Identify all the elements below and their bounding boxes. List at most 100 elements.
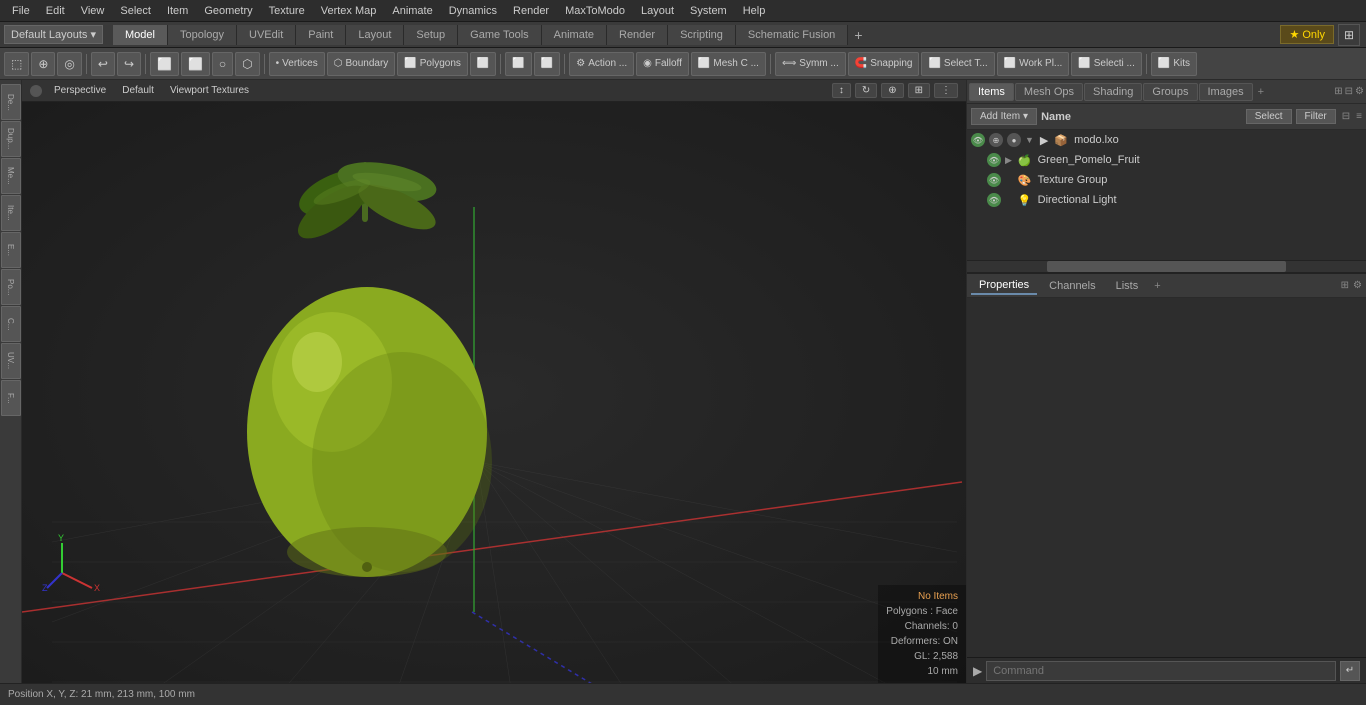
toolbar-vertices-btn[interactable]: •Vertices: [269, 52, 325, 76]
tab-render[interactable]: Render: [607, 25, 668, 45]
panel-tab-mesh-ops[interactable]: Mesh Ops: [1015, 83, 1083, 101]
viewport-fit-btn[interactable]: ⊞: [908, 83, 930, 98]
menu-system[interactable]: System: [682, 3, 735, 19]
menu-edit[interactable]: Edit: [38, 3, 73, 19]
toolbar-toggle-btn[interactable]: ⬚: [4, 52, 29, 76]
toolbar-circle2-btn[interactable]: ○: [212, 52, 233, 76]
viewport-textures[interactable]: Viewport Textures: [166, 84, 253, 97]
menu-texture[interactable]: Texture: [261, 3, 313, 19]
props-tab-lists[interactable]: Lists: [1108, 278, 1147, 294]
panel-expand-btn[interactable]: ⊞: [1334, 86, 1342, 97]
toolbar-falloff-btn[interactable]: ◉Falloff: [636, 52, 689, 76]
menu-file[interactable]: File: [4, 3, 38, 19]
add-item-button[interactable]: Add Item ▾: [971, 108, 1037, 125]
tab-animate[interactable]: Animate: [542, 25, 607, 45]
toolbar-box1-btn[interactable]: ⬜: [150, 52, 179, 76]
props-settings-btn[interactable]: ⚙: [1353, 280, 1362, 291]
toolbar-circle-btn[interactable]: ◎: [57, 52, 81, 76]
toolbar-undo-btn[interactable]: ↩: [91, 52, 115, 76]
toolbar-hex-btn[interactable]: ⬡: [235, 52, 259, 76]
sidebar-left-de[interactable]: De...: [1, 84, 21, 120]
toolbar-action-btn[interactable]: ⚙Action ...: [569, 52, 634, 76]
command-input[interactable]: [986, 661, 1336, 681]
menu-view[interactable]: View: [73, 3, 113, 19]
props-add-tab[interactable]: +: [1154, 280, 1160, 292]
sidebar-left-me[interactable]: Me...: [1, 158, 21, 194]
toolbar-selecti-btn[interactable]: ⬜Selecti ...: [1071, 52, 1142, 76]
toolbar-polygons-btn[interactable]: ⬜Polygons: [397, 52, 468, 76]
menu-dynamics[interactable]: Dynamics: [441, 3, 505, 19]
tab-paint[interactable]: Paint: [296, 25, 346, 45]
sidebar-left-ite[interactable]: Ite...: [1, 195, 21, 231]
tab-scripting[interactable]: Scripting: [668, 25, 736, 45]
menu-help[interactable]: Help: [735, 3, 774, 19]
viewport-dot[interactable]: [30, 85, 42, 97]
viewport-rotate-btn[interactable]: ↻: [855, 83, 877, 98]
menu-maxtomodo[interactable]: MaxToModo: [557, 3, 633, 19]
menu-select[interactable]: Select: [112, 3, 159, 19]
sidebar-left-f[interactable]: F...: [1, 380, 21, 416]
sidebar-left-uv[interactable]: UV...: [1, 343, 21, 379]
toolbar-symm-btn[interactable]: ⟺Symm ...: [775, 52, 846, 76]
list-item[interactable]: 👁 ▶ 🎨 Texture Group: [967, 170, 1366, 190]
tab-game-tools[interactable]: Game Tools: [458, 25, 542, 45]
viewport-more-btn[interactable]: ⋮: [934, 83, 958, 98]
item-eye-2[interactable]: 👁: [987, 173, 1001, 187]
items-collapse-btn[interactable]: ⊟: [1342, 111, 1350, 122]
sidebar-left-po[interactable]: Po...: [1, 269, 21, 305]
tab-model[interactable]: Model: [113, 25, 168, 45]
viewport-perspective[interactable]: Perspective: [50, 84, 110, 97]
toolbar-kits-btn[interactable]: ⬜Kits: [1151, 52, 1197, 76]
layout-expand-button[interactable]: ⊞: [1338, 24, 1360, 46]
toolbar-mode-btn[interactable]: ⬜: [470, 52, 496, 76]
panel-tab-groups[interactable]: Groups: [1143, 83, 1197, 101]
layout-dropdown[interactable]: Default Layouts ▾: [4, 25, 103, 44]
tab-topology[interactable]: Topology: [168, 25, 237, 45]
menu-item[interactable]: Item: [159, 3, 196, 19]
item-eye-0[interactable]: 👁: [971, 133, 985, 147]
menu-geometry[interactable]: Geometry: [196, 3, 260, 19]
item-eye2-0[interactable]: ⊕: [989, 133, 1003, 147]
tab-setup[interactable]: Setup: [404, 25, 458, 45]
panel-tab-images[interactable]: Images: [1199, 83, 1253, 101]
toolbar-redo-btn[interactable]: ↪: [117, 52, 141, 76]
menu-vertex-map[interactable]: Vertex Map: [313, 3, 385, 19]
props-tab-channels[interactable]: Channels: [1041, 278, 1103, 294]
props-tab-properties[interactable]: Properties: [971, 277, 1037, 295]
items-expand-btn2[interactable]: ≡: [1356, 111, 1362, 122]
list-item[interactable]: 👁 ▶ 💡 Directional Light: [967, 190, 1366, 210]
panel-collapse-btn[interactable]: ⊟: [1345, 86, 1353, 97]
panel-tab-items[interactable]: Items: [969, 83, 1014, 101]
item-expand-0[interactable]: ▼: [1025, 135, 1034, 145]
sidebar-left-e[interactable]: E...: [1, 232, 21, 268]
layout-add-tab[interactable]: +: [848, 25, 868, 45]
list-item[interactable]: 👁 ⊕ ● ▼ ▶ 📦 modo.lxo: [967, 130, 1366, 150]
props-expand-btn[interactable]: ⊞: [1341, 280, 1349, 291]
item-eye-3[interactable]: 👁: [987, 193, 1001, 207]
sidebar-left-dup[interactable]: Dup...: [1, 121, 21, 157]
toolbar-boundary-btn[interactable]: ⬡Boundary: [327, 52, 396, 76]
item-eye3-0[interactable]: ●: [1007, 133, 1021, 147]
sidebar-left-c[interactable]: C...: [1, 306, 21, 342]
viewport-zoom-btn[interactable]: ⊕: [881, 83, 903, 98]
items-filter-button[interactable]: Filter: [1296, 109, 1336, 124]
toolbar-box2-btn[interactable]: ⬜: [181, 52, 210, 76]
command-go-btn[interactable]: ↵: [1340, 661, 1360, 681]
panel-tab-shading[interactable]: Shading: [1084, 83, 1142, 101]
toolbar-add-btn[interactable]: ⊕: [31, 52, 55, 76]
toolbar-display-btn[interactable]: ⬜: [505, 52, 531, 76]
toolbar-display2-btn[interactable]: ⬜: [534, 52, 560, 76]
items-select-button[interactable]: Select: [1246, 109, 1292, 124]
tab-layout[interactable]: Layout: [346, 25, 404, 45]
menu-render[interactable]: Render: [505, 3, 557, 19]
toolbar-snapping-btn[interactable]: 🧲Snapping: [848, 52, 920, 76]
toolbar-work-pl-btn[interactable]: ⬜Work Pl...: [997, 52, 1070, 76]
toolbar-mesh-btn[interactable]: ⬜Mesh C ...: [691, 52, 766, 76]
star-only-button[interactable]: ★ Only: [1280, 25, 1334, 44]
item-expand-1[interactable]: ▶: [1005, 155, 1012, 166]
menu-layout[interactable]: Layout: [633, 3, 682, 19]
panel-add-tab[interactable]: +: [1258, 86, 1264, 98]
toolbar-select-t-btn[interactable]: ⬜Select T...: [921, 52, 994, 76]
list-item[interactable]: 👁 ▶ 🍏 Green_Pomelo_Fruit: [967, 150, 1366, 170]
tab-uvedit[interactable]: UVEdit: [237, 25, 296, 45]
